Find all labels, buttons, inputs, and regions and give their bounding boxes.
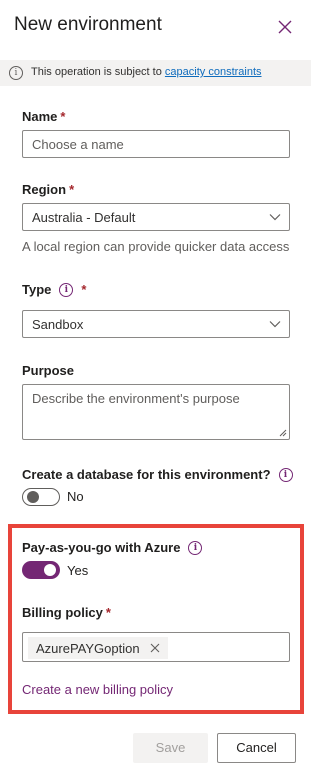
info-icon: i [9, 66, 23, 80]
chevron-down-icon [269, 321, 281, 328]
billing-policy-chip: AzurePAYGoption [28, 637, 168, 659]
azure-toggle-state: Yes [67, 563, 89, 578]
purpose-label: Purpose [22, 363, 75, 378]
azure-toggle[interactable] [22, 561, 60, 579]
info-icon[interactable]: i [278, 467, 293, 482]
info-icon[interactable]: i [188, 540, 203, 555]
billing-policy-chip-label: AzurePAYGoption [36, 640, 140, 656]
azure-toggle-label-text: Pay-as-you-go with Azure [22, 540, 181, 555]
type-dropdown-value: Sandbox [32, 317, 84, 332]
type-label-text: Type [22, 282, 52, 297]
name-label: Name * [22, 109, 65, 124]
region-label: Region * [22, 182, 74, 197]
close-button[interactable] [276, 18, 294, 36]
capacity-constraints-link[interactable]: capacity constraints [165, 66, 262, 78]
notice-text: This operation is subject to capacity co… [31, 66, 262, 78]
close-icon [278, 20, 292, 34]
cancel-button[interactable]: Cancel [217, 733, 296, 763]
resize-grip-icon[interactable] [279, 429, 287, 437]
region-label-text: Region [22, 182, 67, 197]
type-label: Type i * [22, 282, 86, 297]
notice-message: This operation is subject to [31, 66, 162, 78]
required-marker: * [81, 282, 87, 297]
purpose-textarea[interactable]: Describe the environment's purpose [22, 384, 290, 440]
region-dropdown-value: Australia - Default [32, 210, 136, 225]
azure-toggle-label: Pay-as-you-go with Azure i [22, 540, 203, 555]
billing-policy-label-text: Billing policy [22, 605, 103, 620]
database-toggle-label: Create a database for this environment? … [22, 467, 293, 482]
database-toggle[interactable] [22, 488, 60, 506]
info-icon[interactable]: i [59, 282, 74, 297]
region-helper-text: A local region can provide quicker data … [22, 239, 290, 254]
database-toggle-label-text: Create a database for this environment? [22, 467, 271, 482]
name-input[interactable]: Choose a name [22, 130, 290, 158]
required-marker: * [105, 605, 111, 620]
chevron-down-icon [269, 214, 281, 221]
create-billing-policy-link[interactable]: Create a new billing policy [22, 682, 173, 697]
name-label-text: Name [22, 109, 58, 124]
purpose-placeholder: Describe the environment's purpose [32, 391, 240, 406]
region-dropdown[interactable]: Australia - Default [22, 203, 290, 231]
toggle-knob [27, 491, 39, 503]
database-toggle-state: No [67, 489, 84, 504]
toggle-knob [44, 564, 56, 576]
panel-title: New environment [14, 14, 162, 35]
required-marker: * [69, 182, 75, 197]
required-marker: * [60, 109, 66, 124]
type-dropdown[interactable]: Sandbox [22, 310, 290, 338]
billing-policy-label: Billing policy * [22, 605, 111, 620]
remove-icon[interactable] [150, 643, 160, 653]
name-input-placeholder: Choose a name [32, 137, 124, 152]
save-button[interactable]: Save [133, 733, 208, 763]
